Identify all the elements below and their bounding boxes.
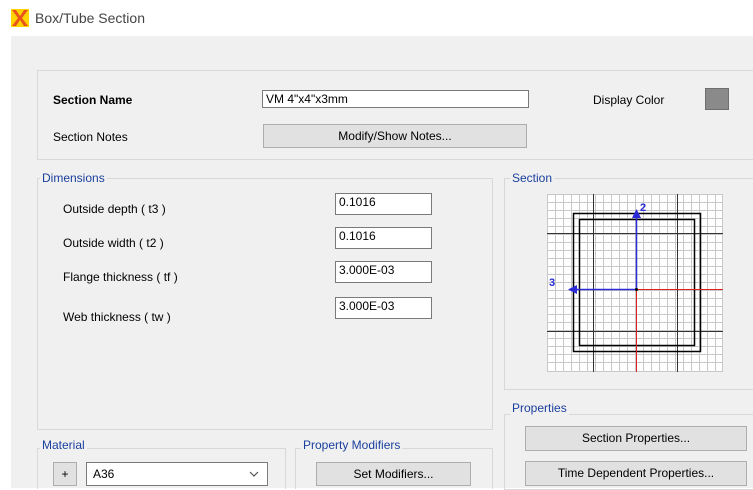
web-thickness-input[interactable]: 3.000E-03: [335, 297, 432, 319]
outside-width-input[interactable]: 0.1016: [335, 227, 432, 249]
material-group-title: Material: [40, 438, 87, 452]
title-bar: Box/Tube Section: [0, 0, 753, 36]
origin-point: [635, 288, 638, 291]
property-modifiers-title: Property Modifiers: [301, 438, 403, 452]
axis-3-arrowhead: [568, 285, 577, 294]
flange-thickness-input[interactable]: 3.000E-03: [335, 261, 432, 283]
section-name-input[interactable]: VM 4"x4"x3mm: [262, 90, 529, 108]
section-properties-button[interactable]: Section Properties...: [525, 426, 747, 451]
outside-depth-input[interactable]: 0.1016: [335, 193, 432, 215]
outside-depth-label: Outside depth ( t3 ): [63, 202, 166, 216]
outside-width-label: Outside width ( t2 ): [63, 236, 164, 250]
time-dependent-properties-button[interactable]: Time Dependent Properties...: [525, 461, 747, 486]
app-cross-icon: [11, 9, 29, 27]
flange-thickness-label: Flange thickness ( tf ): [63, 270, 178, 284]
web-thickness-label: Web thickness ( tw ): [63, 310, 171, 324]
material-select[interactable]: A36: [86, 462, 268, 486]
section-preview-canvas: 2 3: [547, 194, 723, 372]
window-title: Box/Tube Section: [35, 10, 145, 26]
modify-show-notes-button[interactable]: Modify/Show Notes...: [263, 124, 527, 148]
add-material-button[interactable]: +: [53, 462, 77, 486]
dimensions-group-title: Dimensions: [40, 171, 107, 185]
set-modifiers-button[interactable]: Set Modifiers...: [316, 462, 471, 486]
display-color-swatch[interactable]: [705, 88, 729, 110]
section-notes-label: Section Notes: [53, 130, 128, 144]
material-selected-value: A36: [93, 467, 115, 481]
axis-3-label: 3: [549, 277, 555, 289]
properties-group-title: Properties: [510, 401, 569, 415]
display-color-label: Display Color: [593, 93, 665, 107]
section-preview-title: Section: [510, 171, 555, 185]
chevron-down-icon: [249, 471, 259, 477]
axis-2-label: 2: [640, 202, 646, 214]
section-name-label: Section Name: [53, 93, 133, 107]
